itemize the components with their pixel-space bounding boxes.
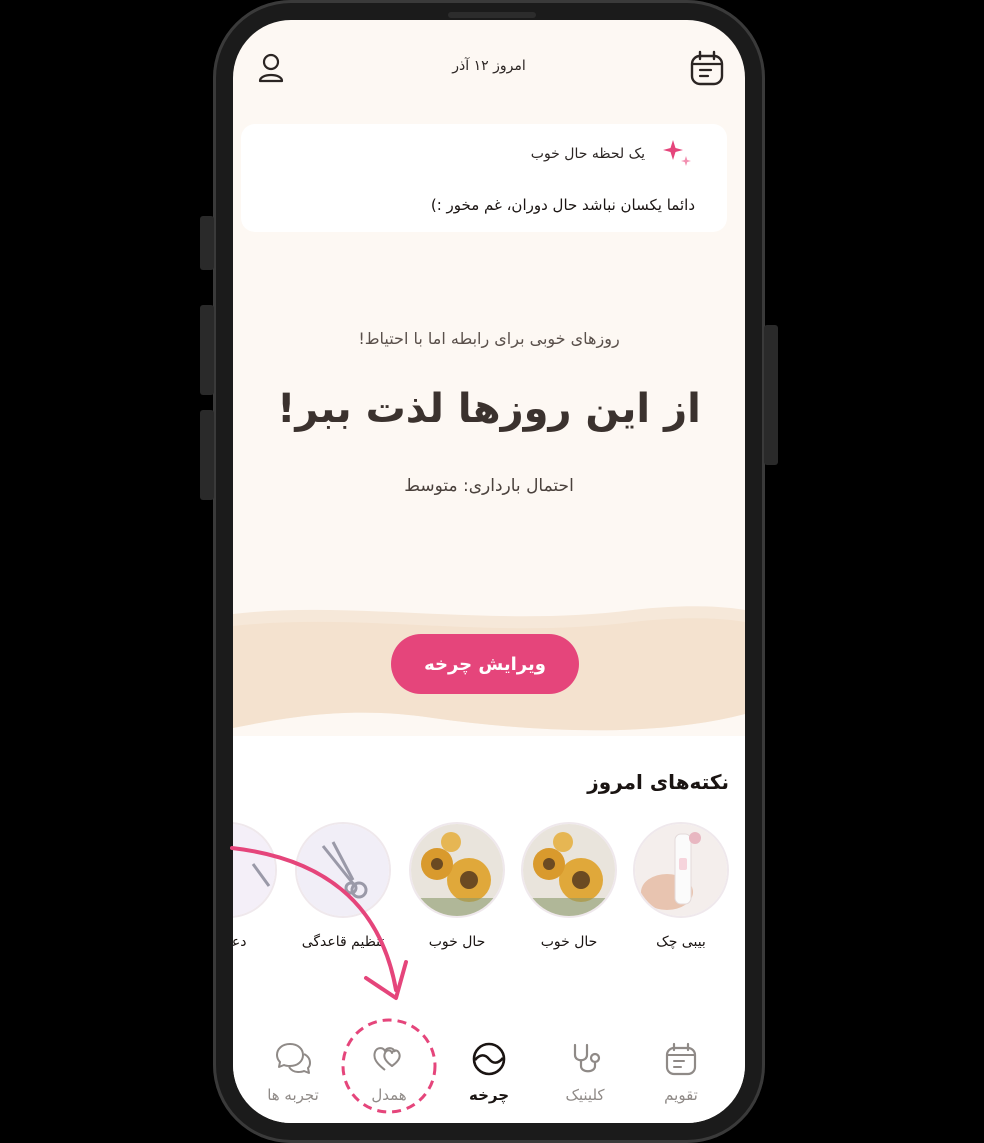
- stethoscope-icon: [573, 1043, 601, 1073]
- nav-label: چرخه: [468, 1086, 510, 1104]
- nav-label: کلینیک: [565, 1086, 605, 1104]
- mood-card-quote: دائما یکسان نباشد حال دوران، غم مخور :): [430, 196, 695, 214]
- hero-subtitle: روزهای خوبی برای رابطه اما با احتیاط!: [358, 329, 620, 348]
- chat-bubbles-icon: [276, 1043, 311, 1074]
- cycle-icon: [472, 1042, 506, 1076]
- speaker-grill: [448, 12, 536, 18]
- sunflower-image: [521, 822, 617, 918]
- date-title: امروز ۱۲ آذر: [452, 58, 526, 74]
- nav-label: تقویم: [664, 1086, 698, 1104]
- nav-item-cycle[interactable]: چرخه: [449, 1040, 529, 1104]
- nav-item-clinic[interactable]: کلینیک: [545, 1040, 625, 1104]
- nav-item-calendar[interactable]: تقویم: [641, 1040, 721, 1104]
- tip-label: بیبی چک: [656, 934, 706, 950]
- pregnancy-probability: احتمال بارداری: متوسط: [404, 476, 574, 496]
- calendar-icon[interactable]: [689, 50, 725, 86]
- tip-item-good-mood[interactable]: حال خوب: [521, 822, 617, 950]
- tip-label: حال خوب: [540, 934, 598, 950]
- nav-label: همدل: [371, 1086, 407, 1104]
- mute-switch: [200, 216, 214, 270]
- tip-label: دعوت: [233, 934, 247, 950]
- hearts-icon: [373, 1047, 401, 1071]
- tip-item-invite[interactable]: دعوت: [233, 822, 277, 950]
- volume-down-button: [200, 410, 214, 500]
- tips-section: نکته‌های امروز بیبی چک: [233, 736, 745, 1036]
- tip-item-good-mood-2[interactable]: حال خوب: [409, 822, 505, 950]
- sparkle-icon: [663, 140, 691, 166]
- tip-item-period-regulation[interactable]: تنظیم قاعدگی: [295, 822, 391, 950]
- nav-label: تجربه ها: [267, 1086, 319, 1104]
- tips-title: نکته‌های امروز: [587, 770, 729, 794]
- edit-cycle-button[interactable]: ویرایش چرخه: [391, 634, 579, 694]
- app-screen: امروز ۱۲ آذر یک لحظه حال خوب دائما یکسان…: [233, 20, 745, 1123]
- top-bar: امروز ۱۲ آذر: [233, 46, 745, 90]
- scissors-image: [295, 822, 391, 918]
- pregnancy-test-image: [633, 822, 729, 918]
- nav-item-empathy[interactable]: همدل: [349, 1040, 429, 1104]
- mood-card[interactable]: یک لحظه حال خوب دائما یکسان نباشد حال دو…: [241, 124, 727, 232]
- tip-item-baby-check[interactable]: بیبی چک: [633, 822, 729, 950]
- mood-card-title: یک لحظه حال خوب: [530, 146, 645, 162]
- calendar-icon: [665, 1042, 697, 1076]
- volume-up-button: [200, 305, 214, 395]
- invite-image: [233, 822, 277, 918]
- sunflower-image: [409, 822, 505, 918]
- hero-title: از این روزها لذت ببر!: [277, 386, 701, 432]
- nav-item-experiences[interactable]: تجربه ها: [253, 1040, 333, 1104]
- tip-label: حال خوب: [428, 934, 486, 950]
- tip-label: تنظیم قاعدگی: [301, 934, 385, 950]
- power-button: [764, 325, 778, 465]
- bottom-navigation: تقویم کلینیک چرخه همدل تجربه ها: [233, 1020, 745, 1123]
